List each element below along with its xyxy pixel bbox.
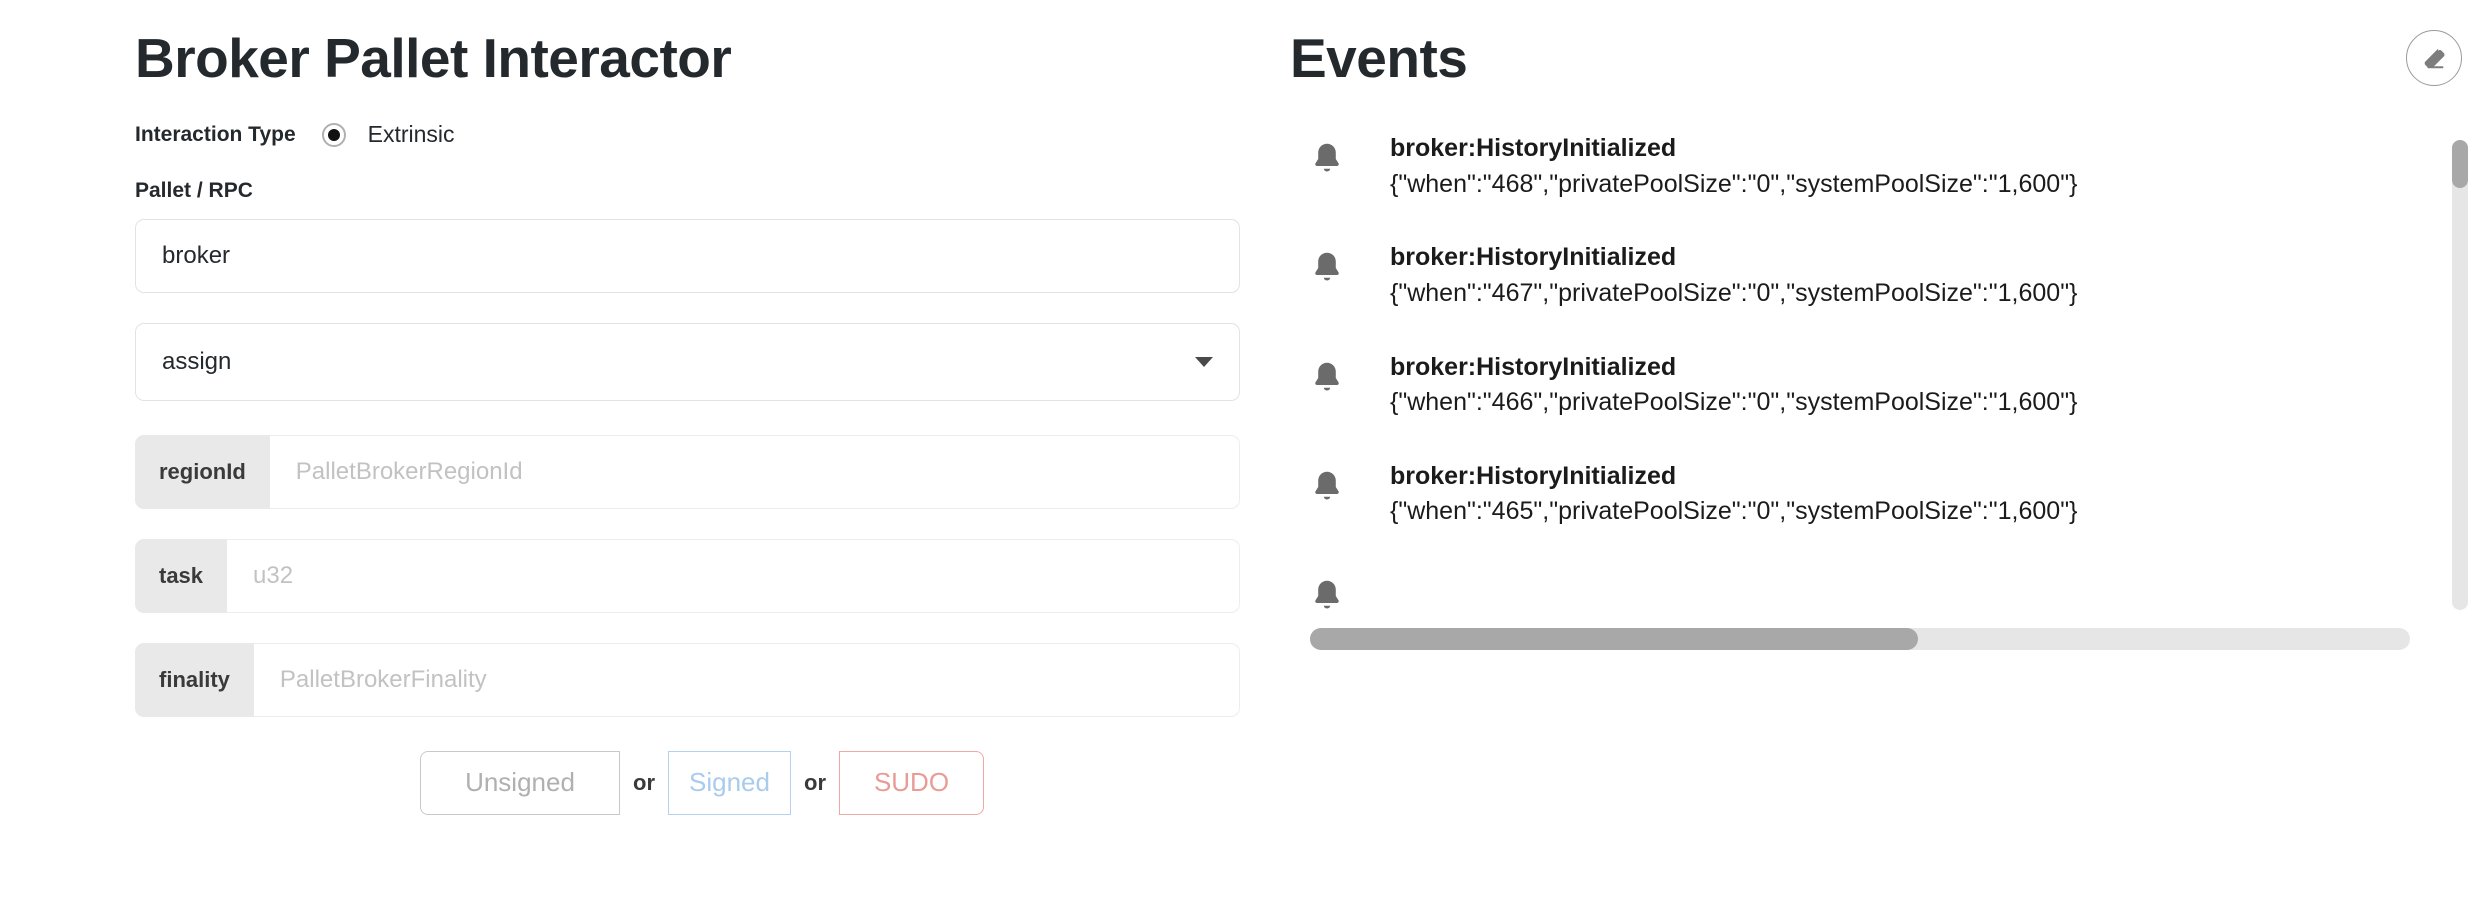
pallet-rpc-label: Pallet / RPC <box>135 178 253 202</box>
event-name: broker:HistoryInitialized <box>1390 461 1677 490</box>
interaction-type-label: Interaction Type <box>135 122 296 146</box>
event-payload: {"when":"468","privatePoolSize":"0","sys… <box>1390 169 2078 198</box>
event-item-partial[interactable] <box>1290 569 2400 620</box>
interaction-type-radio-extrinsic[interactable]: Extrinsic <box>321 121 455 148</box>
events-horizontal-scrollbar-thumb[interactable] <box>1310 628 1918 650</box>
events-vertical-scrollbar-thumb[interactable] <box>2452 140 2468 188</box>
bell-icon <box>1310 249 1350 292</box>
or-separator-2: or <box>791 750 839 815</box>
event-text: broker:HistoryInitialized {"when":"467",… <box>1390 241 2077 310</box>
param-row-finality: finality PalletBrokerFinality <box>135 642 1240 717</box>
call-select-value: assign <box>162 347 232 375</box>
pallet-input[interactable]: broker <box>135 218 1240 293</box>
events-title: Events <box>1290 27 1468 89</box>
event-item[interactable]: broker:HistoryInitialized {"when":"467",… <box>1290 241 2400 310</box>
app-root: Broker Pallet Interactor Interaction Typ… <box>0 0 2490 904</box>
page-title: Broker Pallet Interactor <box>135 27 732 89</box>
param-input-task[interactable]: u32 <box>227 538 1240 613</box>
event-text: broker:HistoryInitialized {"when":"468",… <box>1390 132 2077 201</box>
event-name: broker:HistoryInitialized <box>1390 243 1677 272</box>
sudo-button[interactable]: SUDO <box>839 750 984 815</box>
param-label-task: task <box>135 538 228 613</box>
event-item[interactable]: broker:HistoryInitialized {"when":"465",… <box>1290 460 2400 529</box>
event-payload: {"when":"466","privatePoolSize":"0","sys… <box>1390 388 2078 416</box>
events-list[interactable]: broker:HistoryInitialized {"when":"468",… <box>1290 132 2400 632</box>
param-label-finality: finality <box>135 642 254 717</box>
radio-dot-icon <box>327 128 340 141</box>
events-vertical-scrollbar[interactable] <box>2452 140 2468 610</box>
unsigned-button[interactable]: Unsigned <box>420 750 620 815</box>
event-item[interactable]: broker:HistoryInitialized {"when":"466",… <box>1290 351 2400 420</box>
call-select[interactable]: assign <box>135 322 1240 401</box>
chevron-down-icon <box>1195 356 1213 367</box>
param-input-regionid[interactable]: PalletBrokerRegionId <box>269 434 1240 509</box>
param-placeholder-task: u32 <box>253 561 294 589</box>
signed-button[interactable]: Signed <box>668 750 791 815</box>
bell-icon <box>1310 359 1350 402</box>
interaction-type-row: Interaction Type Extrinsic <box>135 121 1290 149</box>
param-placeholder-regionid: PalletBrokerRegionId <box>295 457 523 485</box>
bell-icon <box>1310 577 1350 620</box>
param-row-regionid: regionId PalletBrokerRegionId <box>135 434 1240 509</box>
event-name: broker:HistoryInitialized <box>1390 352 1677 381</box>
events-horizontal-scrollbar[interactable] <box>1310 628 2410 650</box>
param-input-finality[interactable]: PalletBrokerFinality <box>253 642 1240 717</box>
bell-icon <box>1310 468 1350 511</box>
event-item[interactable]: broker:HistoryInitialized {"when":"468",… <box>1290 132 2400 201</box>
event-name: broker:HistoryInitialized <box>1390 134 1677 162</box>
event-text: broker:HistoryInitialized {"when":"466",… <box>1390 351 2077 420</box>
interaction-type-value: Extrinsic <box>367 121 455 147</box>
event-payload: {"when":"465","privatePoolSize":"0","sys… <box>1390 497 2078 526</box>
pallet-interactor-panel: Broker Pallet Interactor Interaction Typ… <box>0 0 1290 904</box>
events-panel: Events broker:HistoryInitialized {"when"… <box>1290 0 2490 904</box>
pallet-input-value: broker <box>162 241 231 269</box>
param-row-task: task u32 <box>135 538 1240 613</box>
radio-button-icon <box>321 122 346 147</box>
event-payload: {"when":"467","privatePoolSize":"0","sys… <box>1390 278 2078 307</box>
event-text: broker:HistoryInitialized {"when":"465",… <box>1390 460 2077 529</box>
submit-button-group: Unsigned or Signed or SUDO <box>420 750 1290 815</box>
or-separator-1: or <box>620 750 668 815</box>
param-label-regionid: regionId <box>135 434 270 509</box>
clear-events-button[interactable] <box>2406 30 2462 86</box>
eraser-icon <box>2424 48 2445 69</box>
bell-icon <box>1310 140 1350 183</box>
param-placeholder-finality: PalletBrokerFinality <box>279 665 487 693</box>
